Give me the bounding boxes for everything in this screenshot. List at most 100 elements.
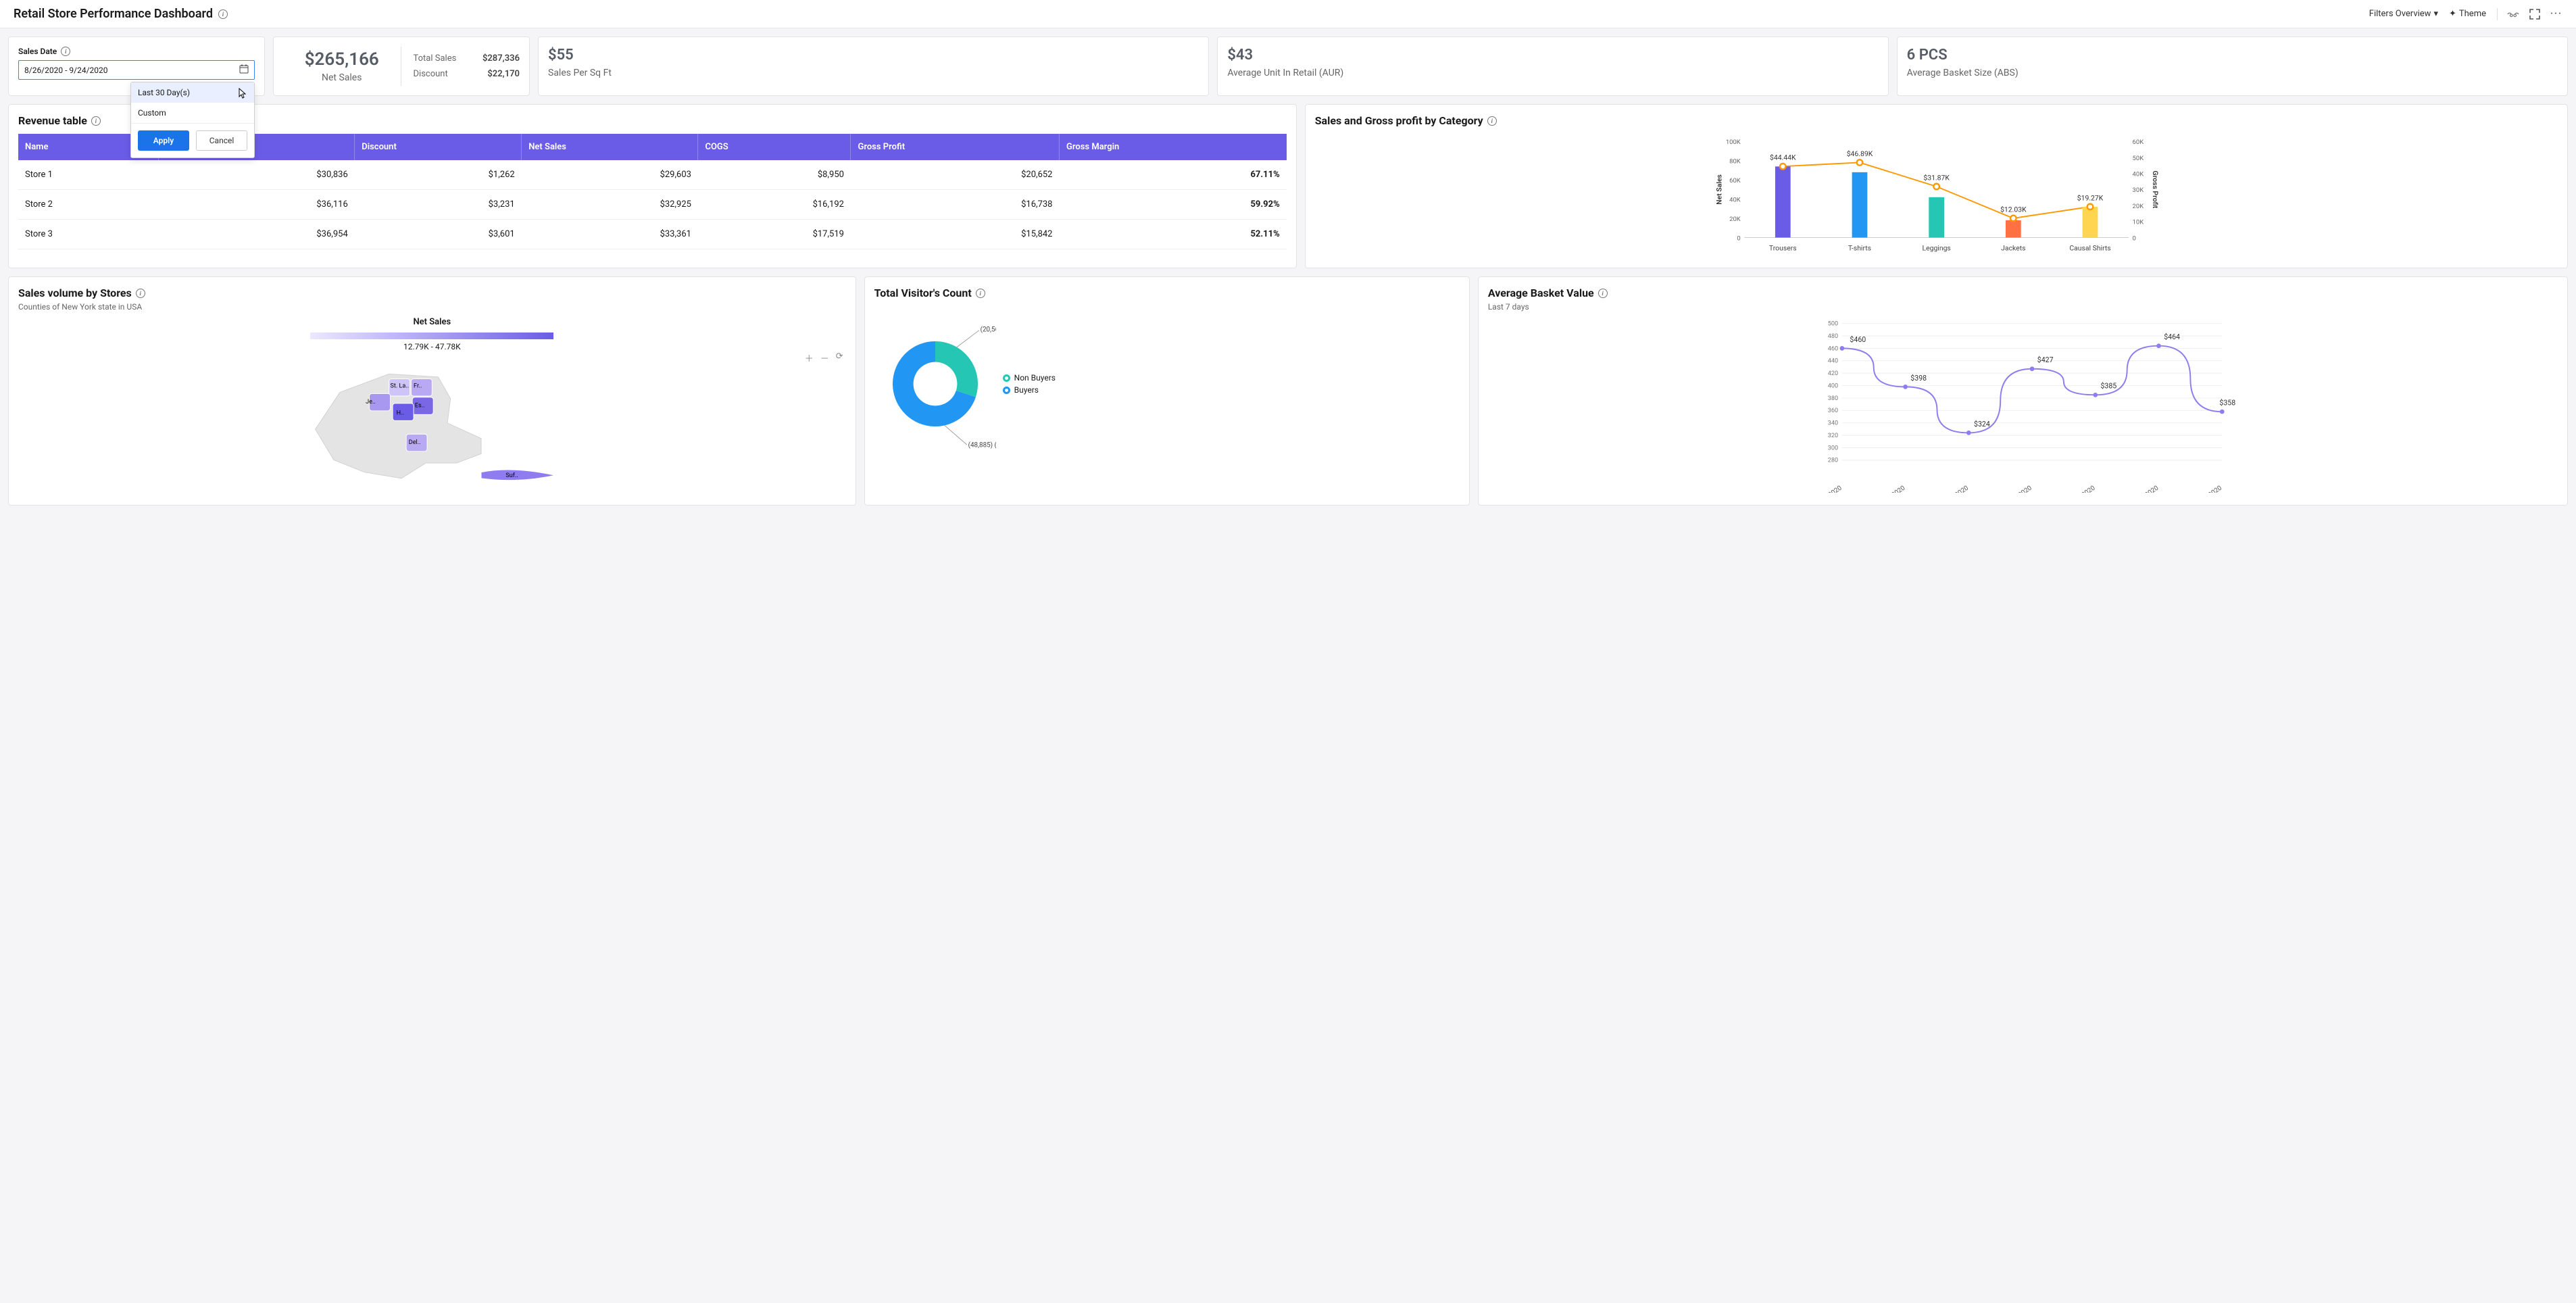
visitor-donut-chart: (20,562) (30%) (48,885) (70%): [874, 306, 996, 462]
map-zoom-out-icon[interactable]: －: [820, 351, 829, 364]
table-header[interactable]: Discount: [355, 134, 522, 160]
abv-card: Average Basket Value i Last 7 days 28030…: [1478, 276, 2568, 506]
info-icon[interactable]: i: [136, 289, 145, 298]
total-sales-val: $287,336: [482, 53, 520, 64]
page-title: Retail Store Performance Dashboard i: [14, 7, 228, 21]
category-chart-title-text: Sales and Gross profit by Category: [1315, 114, 1483, 127]
row-3: Sales volume by Stores i Counties of New…: [0, 276, 2576, 514]
legend-buyers: Buyers: [1003, 385, 1056, 395]
info-icon[interactable]: i: [61, 47, 70, 56]
svg-text:$398: $398: [1910, 374, 1927, 383]
svg-text:100K: 100K: [1726, 139, 1741, 146]
apply-button[interactable]: Apply: [138, 130, 189, 151]
app-header: Retail Store Performance Dashboard i Fil…: [0, 0, 2576, 28]
svg-text:$12.03K: $12.03K: [2000, 205, 2027, 214]
date-range-dropdown: Last 30 Day(s) Custom Apply Cancel: [130, 82, 255, 158]
map-range-label: 12.79K - 47.78K: [18, 342, 846, 351]
svg-text:300: 300: [1828, 445, 1838, 451]
calendar-icon: [239, 64, 249, 76]
svg-text:$324: $324: [1974, 420, 1990, 428]
map-legend-title: Net Sales: [18, 317, 846, 327]
info-icon[interactable]: i: [1487, 116, 1497, 126]
svg-text:$427: $427: [2037, 355, 2054, 364]
glasses-icon[interactable]: [2507, 8, 2519, 20]
table-header[interactable]: Gross Profit: [851, 134, 1060, 160]
svg-text:9/21/2020: 9/21/2020: [2004, 485, 2033, 493]
table-cell: $36,116: [158, 190, 354, 220]
ny-state-map[interactable]: St. La..Fr..Je..Es..H..Del..Suf..: [18, 355, 846, 491]
table-cell: $33,361: [522, 220, 698, 249]
abs-value: 6 PCS: [1907, 47, 2558, 64]
map-title: Sales volume by Stores i: [18, 287, 846, 299]
svg-text:30K: 30K: [2132, 187, 2144, 194]
info-icon[interactable]: i: [218, 9, 228, 19]
svg-text:St. La..: St. La..: [391, 383, 410, 389]
svg-text:Trousers: Trousers: [1769, 243, 1797, 252]
page-title-text: Retail Store Performance Dashboard: [14, 7, 213, 21]
date-option-last-30[interactable]: Last 30 Day(s): [131, 82, 254, 103]
table-row[interactable]: Store 2$36,116$3,231$32,925$16,192$16,73…: [18, 190, 1287, 220]
svg-text:$46.89K: $46.89K: [1846, 149, 1873, 158]
donut-card: Total Visitor's Count i (20,562) (30%)(4…: [864, 276, 1470, 506]
legend-dot-buyers: [1003, 387, 1010, 394]
header-icon-group: ···: [2497, 8, 2562, 20]
svg-text:(48,885) (70%): (48,885) (70%): [968, 442, 995, 449]
svg-text:60K: 60K: [1729, 177, 1741, 185]
svg-text:(20,562) (30%): (20,562) (30%): [980, 326, 995, 334]
net-sales-label: Net Sales: [289, 72, 395, 83]
date-option-custom[interactable]: Custom: [131, 103, 254, 123]
svg-text:80K: 80K: [1729, 158, 1741, 166]
map-reset-icon[interactable]: ⟳: [836, 351, 843, 364]
table-cell: $15,842: [851, 220, 1060, 249]
svg-text:9/23/2020: 9/23/2020: [2130, 485, 2160, 493]
svg-text:$19.27K: $19.27K: [2077, 193, 2103, 202]
table-cell: $29,603: [522, 160, 698, 190]
svg-text:9/18/2020: 9/18/2020: [1814, 485, 1843, 493]
date-option-last-30-label: Last 30 Day(s): [138, 88, 190, 97]
abs-label: Average Basket Size (ABS): [1907, 68, 2558, 78]
table-header[interactable]: Gross Margin: [1060, 134, 1287, 160]
kpi-row: Sales Date i 8/26/2020 - 9/24/2020 Last …: [0, 28, 2576, 104]
table-cell: $16,738: [851, 190, 1060, 220]
svg-text:Es..: Es..: [415, 402, 425, 409]
header-actions: Filters Overview ▾ ✦ Theme ···: [2369, 8, 2562, 20]
table-cell: $16,192: [698, 190, 851, 220]
discount-row: Discount $22,170: [414, 69, 520, 79]
table-header[interactable]: COGS: [698, 134, 851, 160]
svg-text:40K: 40K: [2132, 171, 2144, 178]
sales-date-filter-card: Sales Date i 8/26/2020 - 9/24/2020 Last …: [8, 36, 265, 96]
table-row[interactable]: Store 3$36,954$3,601$33,361$17,519$15,84…: [18, 220, 1287, 249]
svg-text:$460: $460: [1850, 335, 1866, 344]
map-zoom-in-icon[interactable]: ＋: [805, 351, 814, 364]
donut-legend: Non Buyers Buyers: [1003, 370, 1056, 397]
table-cell: $36,954: [158, 220, 354, 249]
total-sales-key: Total Sales: [414, 53, 457, 64]
net-sales-side: Total Sales $287,336 Discount $22,170: [401, 53, 520, 79]
theme-button[interactable]: ✦ Theme: [2449, 9, 2486, 19]
table-row[interactable]: Store 1$30,836$1,262$29,603$8,950$20,652…: [18, 160, 1287, 190]
info-icon[interactable]: i: [91, 116, 101, 126]
more-icon[interactable]: ···: [2550, 8, 2562, 20]
table-cell: $30,836: [158, 160, 354, 190]
svg-text:440: 440: [1828, 358, 1838, 365]
table-cell: $17,519: [698, 220, 851, 249]
aur-value: $43: [1227, 47, 1878, 64]
discount-val: $22,170: [487, 69, 520, 79]
svg-text:0: 0: [2132, 235, 2135, 242]
net-sales-main: $265,166 Net Sales: [283, 47, 401, 86]
table-header[interactable]: Net Sales: [522, 134, 698, 160]
legend-non-buyers-label: Non Buyers: [1014, 373, 1056, 383]
cancel-button[interactable]: Cancel: [196, 130, 247, 151]
info-icon[interactable]: i: [976, 289, 985, 298]
svg-text:480: 480: [1828, 333, 1838, 340]
svg-text:20K: 20K: [2132, 203, 2144, 210]
filters-overview-button[interactable]: Filters Overview ▾: [2369, 9, 2438, 19]
sales-date-input[interactable]: 8/26/2020 - 9/24/2020: [18, 60, 255, 80]
aur-card: $43 Average Unit In Retail (AUR): [1217, 36, 1888, 96]
svg-text:9/22/2020: 9/22/2020: [2067, 485, 2097, 493]
info-icon[interactable]: i: [1598, 289, 1608, 298]
expand-icon[interactable]: [2529, 8, 2541, 20]
svg-text:Del..: Del..: [409, 439, 421, 446]
sales-per-sqft-card: $55 Sales Per Sq Ft: [538, 36, 1209, 96]
theme-label: Theme: [2459, 9, 2486, 19]
